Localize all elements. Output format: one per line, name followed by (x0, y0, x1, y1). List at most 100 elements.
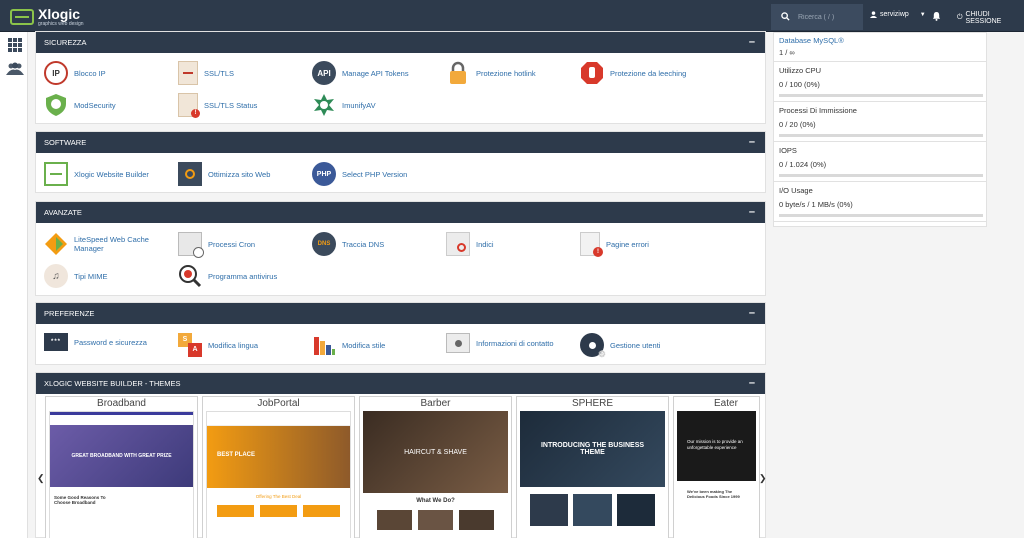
item-label: Select PHP Version (342, 169, 408, 179)
theme-hero: INTRODUCING THE BUSINESS THEME (520, 411, 665, 487)
item-label: SSL/TLS (204, 68, 235, 78)
item-label: Processi Cron (208, 239, 256, 249)
mime-icon: ♫ (44, 264, 68, 288)
panel-software: SOFTWARE – Xlogic Website Builder Ottimi… (35, 131, 766, 193)
collapse-icon[interactable]: – (749, 308, 755, 319)
collapse-icon[interactable]: – (749, 37, 755, 48)
panel-security: SICUREZZA – IP Blocco IP SSL/TLS API Man… (35, 31, 766, 124)
stat-value: 0 / 20 (0%) (779, 120, 816, 129)
cron-jobs-link[interactable]: Processi Cron (178, 232, 256, 258)
calendar-clock-icon (178, 232, 204, 258)
theme-name: Eater (714, 398, 738, 409)
logout-label: CHIUDI SESSIONE (965, 11, 1002, 25)
panel-preferences: PREFERENZE – *** Password e sicurezza S … (35, 302, 766, 365)
theme-name: SPHERE (571, 398, 614, 409)
power-icon: ⏻ (957, 14, 963, 21)
select-php-version-link[interactable]: PHP Select PHP Version (312, 162, 407, 186)
logo-tagline: graphics web design (38, 21, 84, 27)
error-page-icon: ! (580, 232, 603, 257)
username: serviziwp (880, 11, 909, 18)
usage-bar (779, 94, 983, 97)
collapse-icon[interactable]: – (749, 207, 755, 218)
search-input[interactable] (798, 13, 858, 21)
user-gear-icon: ⚙ (580, 333, 606, 359)
logout-button[interactable]: ⏻ CHIUDI SESSIONE (957, 11, 1024, 25)
antivirus-link[interactable]: Programma antivirus (178, 264, 277, 288)
change-language-link[interactable]: S A Modifica lingua (178, 333, 258, 357)
theme-card-broadband[interactable]: Broadband GREAT BROADBAND WITH GREAT PRI… (45, 396, 198, 538)
theme-subtitle: Offering The Best Deal (255, 494, 302, 499)
panel-header[interactable]: XLOGIC WEBSITE BUILDER - THEMES – (36, 373, 765, 394)
theme-subtitle: Some Good Reasons To Choose Broadband (54, 495, 106, 505)
carousel-prev-icon[interactable]: ❮ (37, 473, 45, 484)
logo[interactable]: Xlogic graphics web design (10, 7, 84, 27)
collapse-icon[interactable]: – (749, 378, 755, 389)
item-label: Traccia DNS (342, 239, 385, 249)
item-label: Gestione utenti (610, 340, 661, 350)
carousel-next-icon[interactable]: ❯ (759, 473, 767, 484)
stat-mysql: Database MySQL® 1 / ∞ (774, 33, 986, 62)
ssl-tls-link[interactable]: SSL/TLS (178, 61, 234, 85)
language-icon: S A (178, 333, 202, 357)
stat-value: 0 byte/s / 1 MB/s (0%) (779, 200, 853, 209)
stat-label[interactable]: Database MySQL® (779, 36, 981, 45)
user-icon (870, 11, 877, 18)
stat-iops: IOPS 0 / 1.024 (0%) (774, 142, 986, 182)
user-manager-link[interactable]: ⚙ Gestione utenti (580, 333, 661, 359)
panel-header[interactable]: PREFERENZE – (36, 303, 765, 324)
indexes-link[interactable]: Indici (446, 232, 494, 256)
theme-card-eater[interactable]: Eater Our mission is to provide an unfor… (673, 396, 760, 538)
bell-icon[interactable] (932, 11, 941, 23)
stats-panel: Database MySQL® 1 / ∞ Utilizzo CPU 0 / 1… (773, 32, 987, 227)
modsecurity-link[interactable]: ModSecurity (44, 93, 116, 117)
imunifyav-link[interactable]: ImunifyAV (312, 93, 376, 117)
theme-card-jobportal[interactable]: JobPortal BEST PLACE Offering The Best D… (202, 396, 355, 538)
item-label: Indici (476, 239, 494, 249)
litespeed-cache-link[interactable]: LiteSpeed Web Cache Manager (44, 232, 154, 256)
theme-subtitle: What We Do? (416, 498, 455, 504)
contact-card-icon (446, 333, 470, 353)
certificate-icon (178, 61, 198, 85)
stat-label: IOPS (779, 146, 797, 155)
website-builder-link[interactable]: Xlogic Website Builder (44, 162, 149, 186)
collapse-icon[interactable]: – (749, 137, 755, 148)
builder-icon (44, 162, 68, 186)
contact-info-link[interactable]: Informazioni di contatto (446, 333, 554, 353)
theme-hero: BEST PLACE (207, 426, 350, 488)
users-icon[interactable] (6, 62, 24, 76)
panel-header[interactable]: AVANZATE – (36, 202, 765, 223)
theme-name: Broadband (97, 398, 146, 409)
item-label: Pagine errori (606, 239, 649, 249)
ssl-tls-status-link[interactable]: ! SSL/TLS Status (178, 93, 257, 118)
change-style-link[interactable]: Modifica stile (312, 333, 385, 357)
lock-icon (446, 61, 470, 85)
item-label: Blocco IP (74, 68, 106, 78)
stat-cpu: Utilizzo CPU 0 / 100 (0%) (774, 62, 986, 102)
error-pages-link[interactable]: ! Pagine errori (580, 232, 649, 257)
search-box[interactable] (771, 4, 863, 30)
certificate-status-icon: ! (178, 93, 200, 118)
logo-name: Xlogic (38, 6, 81, 22)
panel-header[interactable]: SICUREZZA – (36, 32, 765, 53)
manage-api-tokens-link[interactable]: API Manage API Tokens (312, 61, 409, 85)
theme-card-sphere[interactable]: SPHERE INTRODUCING THE BUSINESS THEME (516, 396, 669, 538)
mime-types-link[interactable]: ♫ Tipi MIME (44, 264, 107, 288)
track-dns-link[interactable]: DNS Traccia DNS (312, 232, 384, 256)
theme-card-barber[interactable]: Barber HAIRCUT & SHAVE What We Do? (359, 396, 512, 538)
stop-hand-icon (580, 61, 604, 85)
grid-icon[interactable] (8, 38, 24, 52)
item-label: Tipi MIME (74, 271, 108, 281)
panel-header[interactable]: SOFTWARE – (36, 132, 765, 153)
leech-protection-link[interactable]: Protezione da leeching (580, 61, 686, 85)
item-label: Modifica stile (342, 340, 386, 350)
hotlink-protection-link[interactable]: Protezione hotlink (446, 61, 536, 85)
optimize-icon (178, 162, 202, 186)
item-label: ModSecurity (74, 100, 116, 110)
item-label: Xlogic Website Builder (74, 169, 149, 179)
usage-bar (779, 214, 983, 217)
usage-bar (779, 134, 983, 137)
optimize-website-link[interactable]: Ottimizza sito Web (178, 162, 270, 186)
user-menu[interactable]: serviziwp ▼ (870, 11, 926, 18)
password-security-link[interactable]: *** Password e sicurezza (44, 333, 147, 351)
block-ip-link[interactable]: IP Blocco IP (44, 61, 106, 85)
